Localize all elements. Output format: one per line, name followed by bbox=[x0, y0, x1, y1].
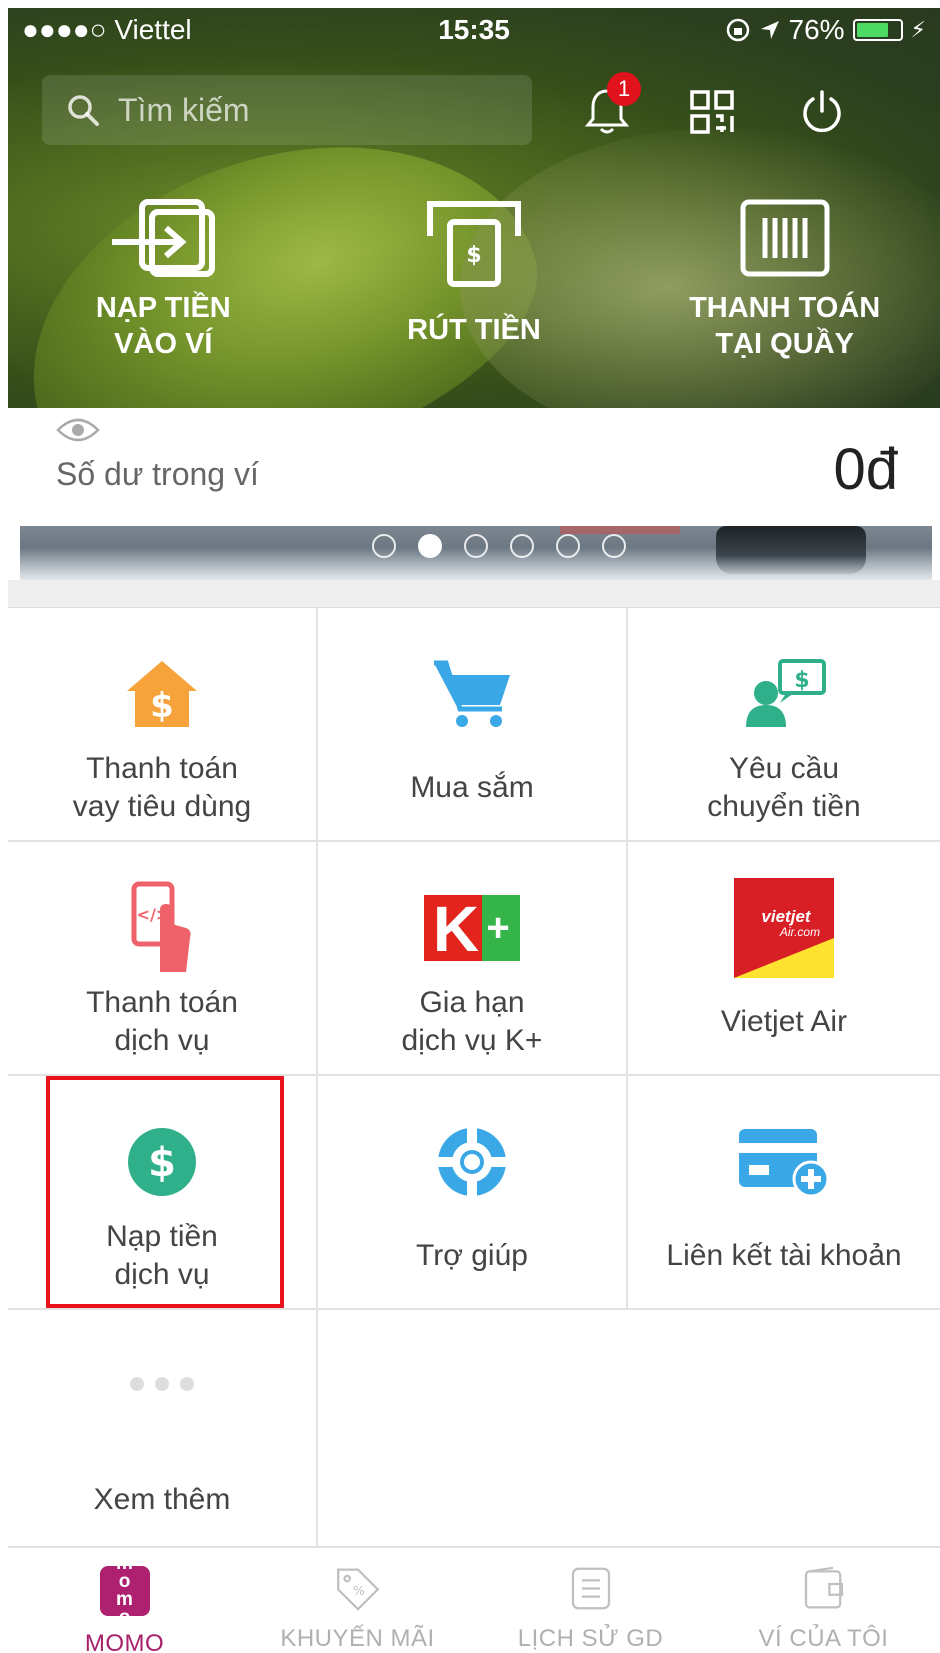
pagination-dot[interactable] bbox=[464, 534, 488, 558]
service-consumer-loan-payment[interactable]: $ Thanh toán vay tiêu dùng bbox=[8, 608, 318, 840]
banner-pagination bbox=[372, 534, 626, 558]
battery-icon bbox=[852, 19, 903, 41]
deposit-label: NẠP TIỀN VÀO VÍ bbox=[95, 292, 231, 360]
service-request-money[interactable]: $ Yêu cầu chuyển tiền bbox=[628, 608, 940, 840]
tab-momo[interactable]: mo mo MOMO bbox=[8, 1548, 241, 1653]
dollar-circle-icon: $ bbox=[128, 1128, 196, 1196]
balance-label: Số dư trong ví bbox=[56, 456, 259, 492]
services-grid: $ Thanh toán vay tiêu dùng Mua sắm $ Yêu… bbox=[8, 608, 940, 1550]
svg-text:$: $ bbox=[466, 243, 481, 268]
notification-badge: 1 bbox=[607, 72, 641, 106]
status-bar: ●●●●○ Viettel 15:35 76% ⚡ bbox=[8, 8, 940, 52]
shopping-cart-icon bbox=[434, 660, 510, 727]
pagination-dot[interactable] bbox=[556, 534, 580, 558]
phone-pay-icon: </> bbox=[131, 881, 191, 972]
vietjet-logo: vietjetAir.com bbox=[734, 878, 834, 978]
service-label: Yêu cầu chuyển tiền bbox=[707, 752, 861, 823]
banner-text-strip bbox=[560, 526, 680, 534]
qr-code-button[interactable] bbox=[682, 82, 742, 142]
service-shopping[interactable]: Mua sắm bbox=[318, 608, 628, 840]
svg-text:$: $ bbox=[148, 1140, 176, 1186]
link-card-icon bbox=[739, 1129, 830, 1197]
service-kplus-renewal[interactable]: K + Gia hạn dịch vụ K+ bbox=[318, 842, 628, 1074]
momo-logo: mo mo bbox=[99, 1554, 150, 1627]
section-divider bbox=[8, 580, 940, 608]
svg-text:K: K bbox=[433, 893, 479, 963]
pagination-dot[interactable] bbox=[372, 534, 396, 558]
power-icon bbox=[803, 90, 841, 133]
service-label: Thanh toán dịch vụ bbox=[86, 986, 238, 1057]
tab-label: MOMO bbox=[84, 1630, 165, 1653]
charging-icon: ⚡ bbox=[910, 17, 926, 42]
location-arrow-icon bbox=[760, 21, 779, 39]
top-bar: Tìm kiếm 1 bbox=[42, 72, 932, 146]
service-label: Liên kết tài khoản bbox=[666, 1239, 902, 1272]
power-button[interactable] bbox=[792, 82, 852, 142]
tab-label: VÍ CỦA TÔI bbox=[758, 1625, 889, 1652]
promo-banner[interactable] bbox=[20, 526, 932, 580]
kplus-logo: K + bbox=[424, 893, 520, 963]
service-label: Trợ giúp bbox=[416, 1239, 528, 1272]
svg-text:$: $ bbox=[794, 668, 809, 693]
tab-label: KHUYẾN MÃI bbox=[280, 1625, 435, 1652]
qr-code-icon bbox=[690, 90, 734, 134]
quick-actions: NẠP TIỀN VÀO VÍ $ RÚT TIỀN THANH TOÁN TẠ… bbox=[8, 198, 940, 362]
svg-text:vietjet: vietjet bbox=[761, 907, 811, 926]
svg-text:Air.com: Air.com bbox=[779, 925, 820, 939]
barcode-icon bbox=[740, 199, 830, 277]
withdraw-button[interactable]: $ RÚT TIỀN bbox=[319, 198, 630, 362]
tab-history[interactable]: LỊCH SỬ GD bbox=[474, 1548, 707, 1653]
wallet-icon bbox=[804, 1566, 843, 1609]
service-label: Mua sắm bbox=[410, 771, 534, 804]
house-dollar-icon: $ bbox=[127, 661, 197, 727]
battery-percent: 76% bbox=[788, 14, 845, 45]
svg-text:%: % bbox=[352, 1583, 364, 1598]
withdraw-icon: $ bbox=[427, 201, 521, 287]
pagination-dot[interactable] bbox=[418, 534, 442, 558]
tag-percent-icon: % bbox=[336, 1568, 379, 1611]
service-label: Gia hạn dịch vụ K+ bbox=[401, 986, 543, 1057]
svg-text:+: + bbox=[486, 906, 509, 950]
more-dots-icon bbox=[130, 1377, 194, 1391]
pay-at-counter-label: THANH TOÁN TẠI QUẦY bbox=[689, 292, 881, 360]
carrier-label: ●●●●○ Viettel bbox=[22, 14, 192, 45]
header-hero: ●●●●○ Viettel 15:35 76% ⚡ Tìm kiếm 1 NẠP bbox=[8, 8, 940, 408]
service-label: Vietjet Air bbox=[720, 1005, 848, 1038]
service-see-more[interactable]: Xem thêm bbox=[8, 1310, 318, 1550]
banner-car-image bbox=[716, 526, 866, 574]
service-link-account[interactable]: Liên kết tài khoản bbox=[628, 1076, 940, 1308]
svg-text:$: $ bbox=[150, 686, 174, 726]
pay-at-counter-button[interactable]: THANH TOÁN TẠI QUẦY bbox=[629, 198, 940, 362]
search-placeholder: Tìm kiếm bbox=[118, 91, 250, 128]
history-list-icon bbox=[571, 1567, 610, 1610]
search-input[interactable]: Tìm kiếm bbox=[42, 75, 532, 145]
notification-button[interactable]: 1 bbox=[577, 72, 641, 142]
service-help[interactable]: Trợ giúp bbox=[318, 1076, 628, 1308]
rotation-lock-icon bbox=[726, 18, 749, 42]
tab-promotions[interactable]: % KHUYẾN MÃI bbox=[241, 1548, 474, 1653]
pagination-dot[interactable] bbox=[510, 534, 534, 558]
service-top-up[interactable]: $ Nạp tiền dịch vụ bbox=[8, 1076, 318, 1308]
wallet-balance: Số dư trong ví 0đ bbox=[8, 410, 940, 506]
empty-cell bbox=[318, 1310, 940, 1550]
withdraw-label: RÚT TIỀN bbox=[407, 314, 541, 346]
pagination-dot[interactable] bbox=[602, 534, 626, 558]
service-label: Thanh toán vay tiêu dùng bbox=[72, 752, 252, 823]
eye-icon[interactable] bbox=[56, 416, 100, 444]
bottom-tab-bar: mo mo MOMO % KHUYẾN MÃI LỊCH SỬ GD VÍ CỦ… bbox=[8, 1546, 940, 1653]
search-icon bbox=[68, 95, 99, 126]
status-right: 76% ⚡ bbox=[725, 14, 926, 46]
service-label: Xem thêm bbox=[93, 1483, 231, 1516]
momo-logo-text: mo mo bbox=[116, 1553, 133, 1628]
balance-amount: 0đ bbox=[833, 437, 898, 502]
deposit-icon bbox=[112, 199, 216, 277]
request-money-icon: $ bbox=[746, 659, 826, 727]
service-pay-services[interactable]: </> Thanh toán dịch vụ bbox=[8, 842, 318, 1074]
deposit-to-wallet-button[interactable]: NẠP TIỀN VÀO VÍ bbox=[8, 198, 319, 362]
tab-label: LỊCH SỬ GD bbox=[517, 1625, 664, 1652]
lifebuoy-icon bbox=[438, 1128, 506, 1196]
service-vietjet-air[interactable]: vietjet Air.com Vietjet Air bbox=[628, 842, 940, 1074]
service-label: Nạp tiền dịch vụ bbox=[106, 1220, 218, 1291]
tab-my-wallet[interactable]: VÍ CỦA TÔI bbox=[707, 1548, 940, 1653]
